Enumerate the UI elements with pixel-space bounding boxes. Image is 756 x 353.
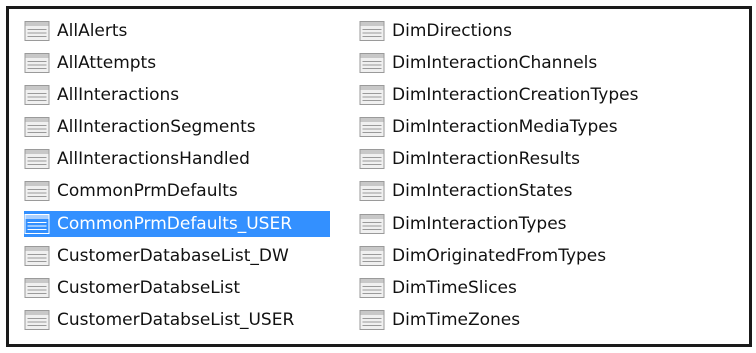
list-item[interactable]: AllInteractionSegments <box>24 114 339 140</box>
table-icon <box>359 117 385 138</box>
list-item-label: DimOriginatedFromTypes <box>392 245 607 266</box>
list-item[interactable]: DimInteractionCreationTypes <box>359 82 739 108</box>
table-icon <box>359 181 385 202</box>
list-item[interactable]: DimOriginatedFromTypes <box>359 243 739 269</box>
table-icon <box>24 277 50 298</box>
list-item-label: DimDirections <box>392 21 513 41</box>
table-icon <box>24 245 50 266</box>
list-item[interactable]: CustomerDatabseList_USER <box>24 307 339 333</box>
table-icon <box>24 21 50 41</box>
list-item[interactable]: CustomerDatabseList <box>24 275 339 301</box>
list-item-label: DimInteractionTypes <box>392 213 567 234</box>
list-item-label: CommonPrmDefaults <box>57 181 238 202</box>
list-item-label: DimInteractionCreationTypes <box>392 85 639 106</box>
left-column: AllAlerts AllAttempts AllInteractions Al… <box>24 18 339 339</box>
list-item[interactable]: DimInteractionMediaTypes <box>359 114 739 140</box>
table-icon <box>359 277 385 298</box>
table-icon <box>359 21 385 41</box>
list-item-label: AllInteractionSegments <box>57 117 256 138</box>
list-item[interactable]: CommonPrmDefaults <box>24 178 339 204</box>
table-icon <box>359 53 385 74</box>
table-icon <box>24 149 50 170</box>
list-item-label: CustomerDatabseList_USER <box>57 309 295 330</box>
list-item-label: DimInteractionStates <box>392 181 573 202</box>
table-icon <box>24 213 50 234</box>
list-item[interactable]: AllInteractionsHandled <box>24 146 339 172</box>
list-item[interactable]: DimDirections <box>359 18 739 44</box>
table-icon <box>359 213 385 234</box>
table-icon <box>24 309 50 330</box>
list-item[interactable]: DimInteractionTypes <box>359 211 739 237</box>
list-item-label: AllInteractions <box>57 85 180 106</box>
table-icon <box>24 117 50 138</box>
right-column: DimDirections DimInteractionChannels Dim… <box>359 18 739 339</box>
list-item-label: AllInteractionsHandled <box>57 149 250 170</box>
table-icon <box>24 85 50 106</box>
list-item-label: AllAttempts <box>57 53 157 74</box>
list-item-label: DimInteractionChannels <box>392 53 598 74</box>
list-item[interactable]: DimInteractionChannels <box>359 50 739 76</box>
list-item-label: DimTimeSlices <box>392 277 517 298</box>
list-item-label: CustomerDatabaseList_DW <box>57 245 289 266</box>
list-item[interactable]: AllInteractions <box>24 82 339 108</box>
list-item[interactable]: AllAttempts <box>24 50 339 76</box>
list-item-label: CommonPrmDefaults_USER <box>57 213 293 234</box>
table-list-view: AllAlerts AllAttempts AllInteractions Al… <box>6 6 752 347</box>
list-item[interactable]: DimTimeZones <box>359 307 739 333</box>
list-item-label: DimInteractionMediaTypes <box>392 117 618 138</box>
table-icon <box>359 245 385 266</box>
list-item[interactable]: DimTimeSlices <box>359 275 739 301</box>
list-item-label: DimTimeZones <box>392 309 521 330</box>
list-item-label: DimInteractionResults <box>392 149 580 170</box>
list-item[interactable]: CustomerDatabaseList_DW <box>24 243 339 269</box>
list-item[interactable]: DimInteractionStates <box>359 178 739 204</box>
list-item-label: CustomerDatabseList <box>57 277 240 298</box>
list-item[interactable]: AllAlerts <box>24 18 339 44</box>
table-icon <box>24 181 50 202</box>
list-item-label: AllAlerts <box>57 21 128 41</box>
table-icon <box>359 309 385 330</box>
table-icon <box>359 85 385 106</box>
list-item[interactable]: CommonPrmDefaults_USER <box>24 210 339 237</box>
list-item[interactable]: DimInteractionResults <box>359 146 739 172</box>
table-icon <box>359 149 385 170</box>
table-icon <box>24 53 50 74</box>
